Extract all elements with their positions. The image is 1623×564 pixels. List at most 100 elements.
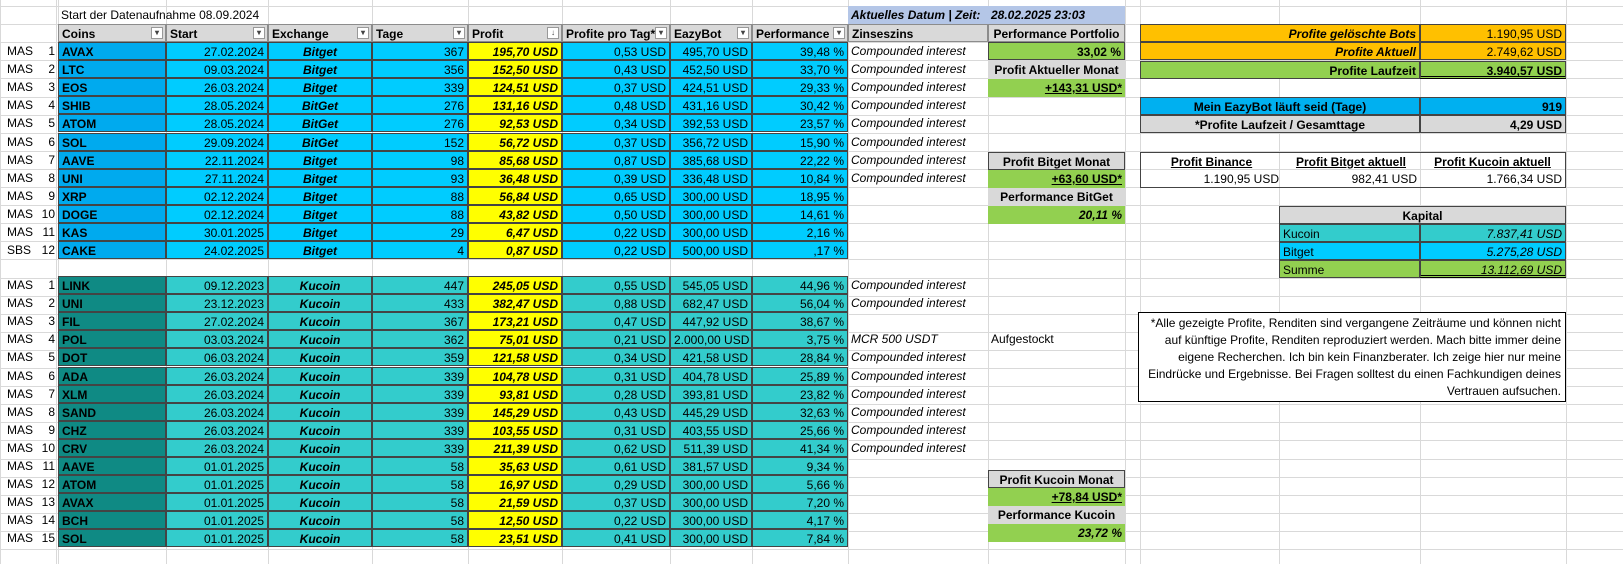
profit-cell[interactable]: 124,51 USD <box>468 78 562 96</box>
exchange-cell[interactable]: BitGet <box>268 96 372 114</box>
performance-cell[interactable]: 2,16 % <box>752 223 848 241</box>
performance-cell[interactable]: 33,70 % <box>752 60 848 78</box>
days-cell[interactable]: 58 <box>372 493 468 511</box>
filter-dropdown-icon[interactable]: ▾ <box>151 27 163 39</box>
performance-cell[interactable]: 25,66 % <box>752 421 848 439</box>
header-ppt[interactable]: Profite pro Tag* ▾ <box>562 24 670 42</box>
start-date-cell[interactable]: 27.11.2024 <box>166 169 268 187</box>
eazybot-cell[interactable]: 682,47 USD <box>670 294 752 312</box>
eazybot-cell[interactable]: 300,00 USD <box>670 205 752 223</box>
performance-cell[interactable]: 23,57 % <box>752 114 848 132</box>
days-cell[interactable]: 58 <box>372 457 468 475</box>
profit-cell[interactable]: 92,53 USD <box>468 114 562 132</box>
profit-cell[interactable]: 195,70 USD <box>468 42 562 60</box>
profit-cell[interactable]: 16,97 USD <box>468 475 562 493</box>
coin-cell[interactable]: SOL <box>58 133 166 151</box>
filter-dropdown-icon[interactable]: ▾ <box>453 27 465 39</box>
profit-cell[interactable]: 211,39 USD <box>468 439 562 457</box>
start-date-cell[interactable]: 01.01.2025 <box>166 529 268 547</box>
days-cell[interactable]: 356 <box>372 60 468 78</box>
exchange-cell[interactable]: Kucoin <box>268 276 372 294</box>
eazybot-cell[interactable]: 300,00 USD <box>670 187 752 205</box>
coin-cell[interactable]: AVAX <box>58 42 166 60</box>
start-date-cell[interactable]: 01.01.2025 <box>166 457 268 475</box>
profit-per-day-cell[interactable]: 0,37 USD <box>562 493 670 511</box>
start-date-cell[interactable]: 26.03.2024 <box>166 439 268 457</box>
eazybot-cell[interactable]: 403,55 USD <box>670 421 752 439</box>
start-date-cell[interactable]: 23.12.2023 <box>166 294 268 312</box>
profit-cell[interactable]: 56,72 USD <box>468 133 562 151</box>
header-coin[interactable]: Coins ▾ <box>58 24 166 42</box>
eazybot-cell[interactable]: 424,51 USD <box>670 78 752 96</box>
profit-per-day-cell[interactable]: 0,43 USD <box>562 60 670 78</box>
profit-per-day-cell[interactable]: 0,53 USD <box>562 42 670 60</box>
profit-per-day-cell[interactable]: 0,87 USD <box>562 151 670 169</box>
header-tage[interactable]: Tage ▾ <box>372 24 468 42</box>
eazybot-cell[interactable]: 2.000,00 USD <box>670 330 752 348</box>
start-date-cell[interactable]: 02.12.2024 <box>166 187 268 205</box>
eazybot-cell[interactable]: 511,39 USD <box>670 439 752 457</box>
coin-cell[interactable]: XLM <box>58 385 166 403</box>
profit-per-day-cell[interactable]: 0,43 USD <box>562 403 670 421</box>
days-cell[interactable]: 447 <box>372 276 468 294</box>
start-date-cell[interactable]: 28.05.2024 <box>166 114 268 132</box>
profit-cell[interactable]: 382,47 USD <box>468 294 562 312</box>
profit-per-day-cell[interactable]: 0,31 USD <box>562 367 670 385</box>
days-cell[interactable]: 362 <box>372 330 468 348</box>
coin-cell[interactable]: SHIB <box>58 96 166 114</box>
eazybot-cell[interactable]: 300,00 USD <box>670 223 752 241</box>
exchange-cell[interactable]: Kucoin <box>268 421 372 439</box>
days-cell[interactable]: 433 <box>372 294 468 312</box>
profit-cell[interactable]: 145,29 USD <box>468 403 562 421</box>
exchange-cell[interactable]: BitGet <box>268 133 372 151</box>
coin-cell[interactable]: LINK <box>58 276 166 294</box>
performance-cell[interactable]: 41,34 % <box>752 439 848 457</box>
performance-cell[interactable]: 23,82 % <box>752 385 848 403</box>
performance-cell[interactable]: 7,20 % <box>752 493 848 511</box>
profit-cell[interactable]: 36,48 USD <box>468 169 562 187</box>
coin-cell[interactable]: CHZ <box>58 421 166 439</box>
days-cell[interactable]: 367 <box>372 42 468 60</box>
days-cell[interactable]: 339 <box>372 385 468 403</box>
performance-cell[interactable]: 30,42 % <box>752 96 848 114</box>
profit-per-day-cell[interactable]: 0,50 USD <box>562 205 670 223</box>
profit-per-day-cell[interactable]: 0,61 USD <box>562 457 670 475</box>
coin-cell[interactable]: AVAX <box>58 493 166 511</box>
coin-cell[interactable]: SAND <box>58 403 166 421</box>
profit-per-day-cell[interactable]: 0,88 USD <box>562 294 670 312</box>
filter-dropdown-icon[interactable]: ▾ <box>833 27 845 39</box>
performance-cell[interactable]: 10,84 % <box>752 169 848 187</box>
exchange-cell[interactable]: Kucoin <box>268 457 372 475</box>
start-date-cell[interactable]: 28.05.2024 <box>166 96 268 114</box>
start-date-cell[interactable]: 26.03.2024 <box>166 421 268 439</box>
profit-per-day-cell[interactable]: 0,22 USD <box>562 241 670 259</box>
start-date-cell[interactable]: 01.01.2025 <box>166 493 268 511</box>
profit-per-day-cell[interactable]: 0,34 USD <box>562 348 670 366</box>
performance-cell[interactable]: 39,48 % <box>752 42 848 60</box>
start-date-cell[interactable]: 03.03.2024 <box>166 330 268 348</box>
start-date-cell[interactable]: 09.03.2024 <box>166 60 268 78</box>
exchange-cell[interactable]: Kucoin <box>268 312 372 330</box>
eazybot-cell[interactable]: 300,00 USD <box>670 511 752 529</box>
coin-cell[interactable]: AAVE <box>58 151 166 169</box>
days-cell[interactable]: 339 <box>372 403 468 421</box>
filter-dropdown-icon[interactable]: ▾ <box>253 27 265 39</box>
coin-cell[interactable]: AAVE <box>58 457 166 475</box>
coin-cell[interactable]: BCH <box>58 511 166 529</box>
eazybot-cell[interactable]: 404,78 USD <box>670 367 752 385</box>
profit-cell[interactable]: 6,47 USD <box>468 223 562 241</box>
eazybot-cell[interactable]: 385,68 USD <box>670 151 752 169</box>
eazybot-cell[interactable]: 356,72 USD <box>670 133 752 151</box>
exchange-cell[interactable]: Bitget <box>268 223 372 241</box>
days-cell[interactable]: 339 <box>372 439 468 457</box>
exchange-cell[interactable]: Kucoin <box>268 294 372 312</box>
profit-per-day-cell[interactable]: 0,39 USD <box>562 169 670 187</box>
performance-cell[interactable]: 3,75 % <box>752 330 848 348</box>
performance-cell[interactable]: 38,67 % <box>752 312 848 330</box>
eazybot-cell[interactable]: 545,05 USD <box>670 276 752 294</box>
header-start[interactable]: Start ▾ <box>166 24 268 42</box>
exchange-cell[interactable]: BitGet <box>268 114 372 132</box>
filter-dropdown-icon[interactable]: ▾ <box>357 27 369 39</box>
exchange-cell[interactable]: Kucoin <box>268 385 372 403</box>
exchange-cell[interactable]: Kucoin <box>268 330 372 348</box>
